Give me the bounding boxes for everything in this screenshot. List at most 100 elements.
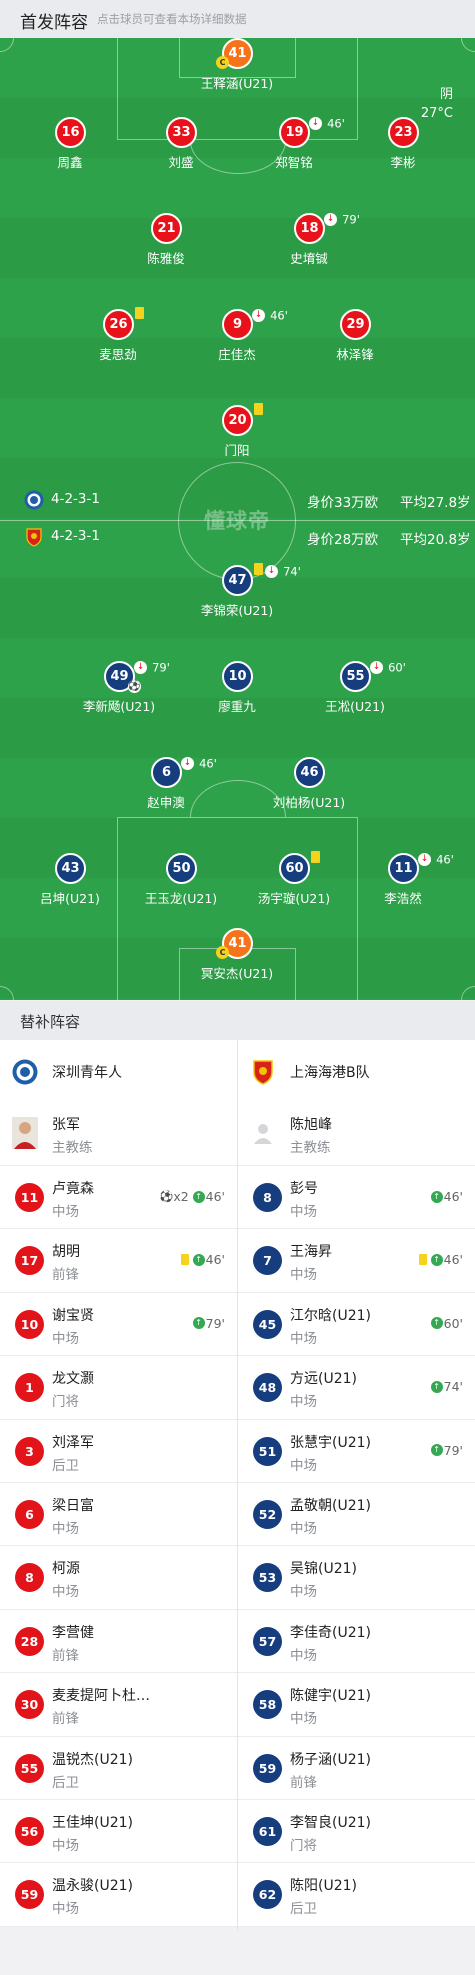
away-team-row[interactable]: 上海海港B队 xyxy=(238,1040,475,1102)
player-number: 46 xyxy=(294,757,325,788)
home-player[interactable]: 21 陈雅俊 xyxy=(101,213,231,266)
sub-player-row[interactable]: 53 吴锦(U21) 中场 xyxy=(238,1546,475,1610)
sub-player-row[interactable]: 28 李营健 前锋 xyxy=(0,1610,237,1674)
player-events: ⚽x2 ↑ 46' xyxy=(159,1189,225,1204)
player-number: 26 xyxy=(103,309,134,340)
shenzhen-youth-logo-icon xyxy=(24,490,44,510)
away-player[interactable]: 46 刘柏杨(U21) xyxy=(244,757,374,810)
sub-player-row[interactable]: 3 刘泽军 后卫 xyxy=(0,1420,237,1483)
yellow-card-icon xyxy=(254,563,263,575)
coach-role: 主教练 xyxy=(290,1140,331,1156)
home-player[interactable]: 29 林泽锋 xyxy=(290,309,420,362)
player-events: ↑ 60' xyxy=(430,1315,463,1331)
sub-player-row[interactable]: 10 谢宝贤 中场 ↑ 79' xyxy=(0,1293,237,1357)
sub-player-row[interactable]: 58 陈健宇(U21) 中场 xyxy=(238,1673,475,1737)
lineup-header: 首发阵容 点击球员可查看本场详细数据 xyxy=(0,0,475,38)
sub-player-row[interactable]: 30 麦麦提阿卜杜… 前锋 xyxy=(0,1673,237,1737)
home-player[interactable]: 41 C 王释涵(U21) xyxy=(172,38,302,91)
away-team-info: 4-2-3-1 身价28万欧 平均20.8岁 xyxy=(0,525,475,549)
away-player[interactable]: 50 王玉龙(U21) xyxy=(116,853,246,906)
player-name: 王玉龙(U21) xyxy=(144,891,218,906)
player-number: 60 xyxy=(279,853,310,884)
player-number: 29 xyxy=(340,309,371,340)
player-position: 中场 xyxy=(290,1330,317,1347)
player-position: 中场 xyxy=(290,1584,317,1601)
player-name: 龙文灏 xyxy=(52,1371,94,1388)
player-number: 56 xyxy=(15,1816,44,1846)
sub-out-icon: ↓ xyxy=(265,565,278,578)
yellow-card-icon xyxy=(135,307,144,319)
player-name: 陈健宇(U21) xyxy=(290,1688,371,1705)
sub-player-row[interactable]: 57 李佳奇(U21) 中场 xyxy=(238,1610,475,1674)
coach-role: 主教练 xyxy=(52,1140,93,1156)
player-number: 21 xyxy=(151,213,182,244)
away-player[interactable]: 6 ↓ 46' 赵申澳 xyxy=(101,757,231,811)
sub-player-row[interactable]: 59 温永骏(U21) 中场 xyxy=(0,1863,237,1927)
sub-player-row[interactable]: 51 张慧宇(U21) 中场 ↑ 79' xyxy=(238,1420,475,1483)
sub-out-icon: ↓ xyxy=(370,661,383,674)
sub-player-row[interactable]: 56 王佳坤(U21) 中场 xyxy=(0,1800,237,1864)
away-coach-row[interactable]: 陈旭峰 主教练 xyxy=(238,1102,475,1166)
player-name: 王凇(U21) xyxy=(325,699,385,714)
away-player[interactable]: 55 ↓ 60' 王凇(U21) xyxy=(290,661,420,715)
sub-player-row[interactable]: 59 杨子涵(U21) 前锋 xyxy=(238,1737,475,1800)
player-name: 庄佳杰 xyxy=(218,347,256,362)
away-player[interactable]: 47 ↓ 74' 李锦荣(U21) xyxy=(172,563,302,618)
player-name: 张慧宇(U21) xyxy=(290,1434,371,1451)
away-player[interactable]: 11 ↓ 46' 李浩然 xyxy=(338,853,468,907)
player-position: 中场 xyxy=(290,1647,317,1664)
player-name: 卢竟森 xyxy=(52,1181,94,1197)
player-name: 胡明 xyxy=(52,1244,80,1261)
sub-player-row[interactable]: 61 李智良(U21) 门将 xyxy=(238,1800,475,1864)
sub-player-row[interactable]: 45 江尔晗(U21) 中场 ↑ 60' xyxy=(238,1293,475,1357)
player-number: 9 xyxy=(222,309,253,340)
home-coach-row[interactable]: 张军 主教练 xyxy=(0,1102,237,1166)
player-name: 王释涵(U21) xyxy=(200,76,274,91)
sub-player-row[interactable]: 7 王海昇 中场 ↑ 46' xyxy=(238,1229,475,1293)
player-name: 赵申澳 xyxy=(147,795,185,810)
away-player[interactable]: 10 廖重九 xyxy=(172,661,302,714)
captain-icon: C xyxy=(216,56,229,69)
home-player[interactable]: 33 刘盛 xyxy=(116,117,246,170)
sub-player-row[interactable]: 62 陈阳(U21) 后卫 xyxy=(238,1863,475,1927)
player-number: 8 xyxy=(15,1563,44,1593)
player-number: 17 xyxy=(15,1246,44,1276)
coach-avatar-icon xyxy=(12,1117,38,1149)
player-events: ↑ 46' xyxy=(430,1188,463,1204)
away-player[interactable]: 49 ↓ 79' ⚽ 李新飏(U21) xyxy=(54,661,184,715)
home-subs-column: 深圳青年人 张军 主教练 11 卢竟森 中场 ⚽x2 ↑ 46' 17 胡明 前锋… xyxy=(0,1040,237,1927)
player-name: 吴锦(U21) xyxy=(290,1561,357,1578)
away-player[interactable]: 41 C 冥安杰(U21) xyxy=(172,928,302,981)
sub-out-indicator: ↓ 79' xyxy=(324,209,360,227)
sub-player-row[interactable]: 52 孟敬朝(U21) 中场 xyxy=(238,1483,475,1547)
sub-player-row[interactable]: 11 卢竟森 中场 ⚽x2 ↑ 46' xyxy=(0,1166,237,1230)
player-position: 后卫 xyxy=(52,1774,79,1791)
sub-player-row[interactable]: 6 梁日富 中场 xyxy=(0,1483,237,1547)
sub-out-icon: ↓ xyxy=(324,213,337,226)
home-player[interactable]: 26 麦思劲 xyxy=(53,307,183,362)
home-player[interactable]: 23 李彬 xyxy=(338,117,468,170)
player-events: ↑ 46' xyxy=(180,1251,225,1267)
home-player[interactable]: 9 ↓ 46' 庄佳杰 xyxy=(172,309,302,363)
player-name: 史堉铖 xyxy=(290,251,328,266)
player-position: 前锋 xyxy=(52,1711,79,1728)
home-player[interactable]: 20 门阳 xyxy=(172,403,302,458)
home-team-row[interactable]: 深圳青年人 xyxy=(0,1040,237,1102)
player-number: 43 xyxy=(55,853,86,884)
player-number: 18 xyxy=(294,213,325,244)
corner-arc-br xyxy=(461,986,475,1000)
sub-player-row[interactable]: 1 龙文灏 门将 xyxy=(0,1356,237,1420)
player-name: 李营健 xyxy=(52,1624,94,1641)
away-avg-age: 平均20.8岁 xyxy=(400,532,471,548)
home-player[interactable]: 18 ↓ 79' 史堉铖 xyxy=(244,213,374,267)
sub-player-row[interactable]: 8 彭号 中场 ↑ 46' xyxy=(238,1166,475,1230)
subs-header: 替补阵容 xyxy=(0,1001,475,1040)
sub-player-row[interactable]: 55 温锐杰(U21) 后卫 xyxy=(0,1737,237,1800)
sub-player-row[interactable]: 48 方远(U21) 中场 ↑ 74' xyxy=(238,1356,475,1420)
sub-player-row[interactable]: 8 柯源 中场 xyxy=(0,1546,237,1610)
home-formation: 4-2-3-1 xyxy=(51,491,100,507)
player-number: 45 xyxy=(253,1309,282,1339)
sub-player-row[interactable]: 17 胡明 前锋 ↑ 46' xyxy=(0,1229,237,1293)
player-name: 冥安杰(U21) xyxy=(200,966,274,981)
player-name: 王佳坤(U21) xyxy=(52,1814,133,1831)
